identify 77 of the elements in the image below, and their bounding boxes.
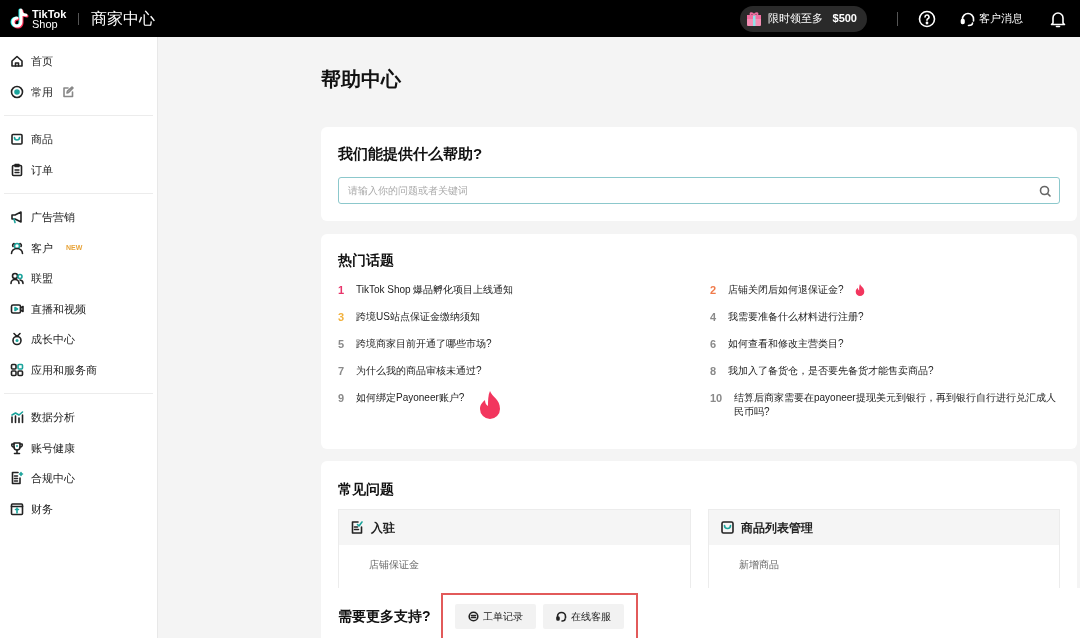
messages-button[interactable]: 客户消息 bbox=[960, 10, 1023, 27]
promo-button[interactable]: 限时领至多 $500 bbox=[739, 5, 867, 32]
page-title: 帮助中心 bbox=[321, 67, 402, 92]
megaphone-icon bbox=[10, 210, 24, 225]
sidebar-item[interactable]: 合规中心 bbox=[0, 463, 157, 494]
headset-icon bbox=[555, 610, 567, 622]
app-title: 商家中心 bbox=[91, 8, 156, 29]
logo-text: Shop bbox=[32, 18, 58, 29]
sidebar-item[interactable]: 数据分析 bbox=[0, 402, 157, 433]
document-icon bbox=[10, 471, 24, 486]
search-icon bbox=[1039, 185, 1051, 197]
users-icon bbox=[10, 271, 24, 286]
category-title: 商品列表管理 bbox=[740, 519, 813, 537]
bar-chart-icon bbox=[10, 410, 24, 425]
trophy-icon bbox=[10, 440, 24, 455]
bag-icon bbox=[10, 132, 24, 147]
sidebar-item[interactable]: 常用 bbox=[0, 76, 157, 107]
topic-link[interactable]: TikTok Shop 爆品孵化项目上线通知 bbox=[356, 283, 514, 297]
people-icon bbox=[10, 240, 24, 255]
sidebar-item[interactable]: 账号健康 bbox=[0, 432, 157, 463]
faq-link[interactable]: 新增商品 bbox=[708, 557, 779, 572]
bell-icon bbox=[1050, 9, 1066, 28]
target-icon bbox=[10, 84, 24, 99]
support-title: 需要更多支持? bbox=[338, 606, 431, 626]
sidebar-item[interactable]: 订单 bbox=[0, 154, 157, 185]
rank-number: 3 bbox=[338, 310, 345, 324]
support-button[interactable]: 在线客服 bbox=[542, 603, 624, 629]
rank-number: 2 bbox=[710, 283, 717, 297]
checklist-icon bbox=[350, 520, 365, 535]
support-button[interactable]: 工单记录 bbox=[454, 603, 536, 629]
rank-number: 6 bbox=[710, 337, 717, 351]
sidebar-item[interactable]: 联盟 bbox=[0, 263, 157, 294]
home-icon bbox=[10, 54, 24, 69]
topic-link[interactable]: 跨境商家目前开通了哪些市场? bbox=[356, 337, 492, 351]
topic-link[interactable]: 如何绑定Payoneer账户? bbox=[356, 391, 465, 405]
topic-link[interactable]: 店铺关闭后如何退保证金? bbox=[728, 283, 844, 297]
sidebar-item[interactable]: 首页 bbox=[0, 46, 157, 77]
card-title: 常见问题 bbox=[338, 480, 395, 499]
sidebar-item[interactable]: 应用和服务商 bbox=[0, 354, 157, 385]
rank-number: 1 bbox=[338, 283, 345, 297]
help-button[interactable] bbox=[918, 9, 936, 28]
video-icon bbox=[10, 301, 24, 316]
search-field[interactable]: 请输入你的问题或者关键词 bbox=[338, 177, 1060, 204]
wallet-icon bbox=[10, 501, 24, 516]
topic-link[interactable]: 我需要准备什么材料进行注册? bbox=[728, 310, 864, 324]
topic-link[interactable]: 我加入了备货仓，是否要先备货才能售卖商品? bbox=[728, 364, 934, 378]
topic-link[interactable]: 跨境US站点保证金缴纳须知 bbox=[356, 310, 480, 324]
bag-icon bbox=[719, 520, 735, 535]
category-title: 入驻 bbox=[371, 519, 395, 537]
rank-number: 9 bbox=[338, 391, 345, 405]
rank-number: 4 bbox=[710, 310, 717, 324]
sidebar-item[interactable]: 广告营销 bbox=[0, 202, 157, 233]
apps-icon bbox=[10, 362, 24, 377]
faq-link[interactable]: 店铺保证金 bbox=[339, 557, 419, 572]
notifications-button[interactable] bbox=[1050, 9, 1066, 28]
help-icon bbox=[918, 9, 936, 28]
flame-icon bbox=[853, 283, 866, 297]
clipboard-icon bbox=[10, 162, 24, 177]
headset-icon bbox=[960, 10, 976, 27]
topic-link[interactable]: 结算后商家需要在payoneer提现美元到银行，再到银行自行进行兑汇成人民币吗? bbox=[734, 391, 1060, 419]
topic-link[interactable]: 如何查看和修改主营类目? bbox=[728, 337, 844, 351]
card-title: 热门话题 bbox=[338, 251, 395, 270]
medal-icon bbox=[10, 332, 24, 347]
gift-icon bbox=[745, 10, 762, 27]
rank-number: 5 bbox=[338, 337, 345, 351]
rank-number: 10 bbox=[710, 391, 723, 405]
note-logo-icon bbox=[10, 7, 30, 30]
sidebar-item[interactable]: 财务 bbox=[0, 493, 157, 524]
card-title: 我们能提供什么帮助? bbox=[338, 144, 484, 164]
logo-text: TikTok bbox=[32, 8, 67, 19]
sidebar-item[interactable]: 成长中心 bbox=[0, 324, 157, 355]
topic-link[interactable]: 为什么我的商品审核未通过? bbox=[356, 364, 482, 378]
sidebar-item[interactable]: 直播和视频 bbox=[0, 293, 157, 324]
sidebar-item[interactable]: 商品 bbox=[0, 124, 157, 155]
rank-number: 7 bbox=[338, 364, 345, 378]
rank-number: 8 bbox=[710, 364, 717, 378]
chat-icon bbox=[467, 610, 479, 622]
